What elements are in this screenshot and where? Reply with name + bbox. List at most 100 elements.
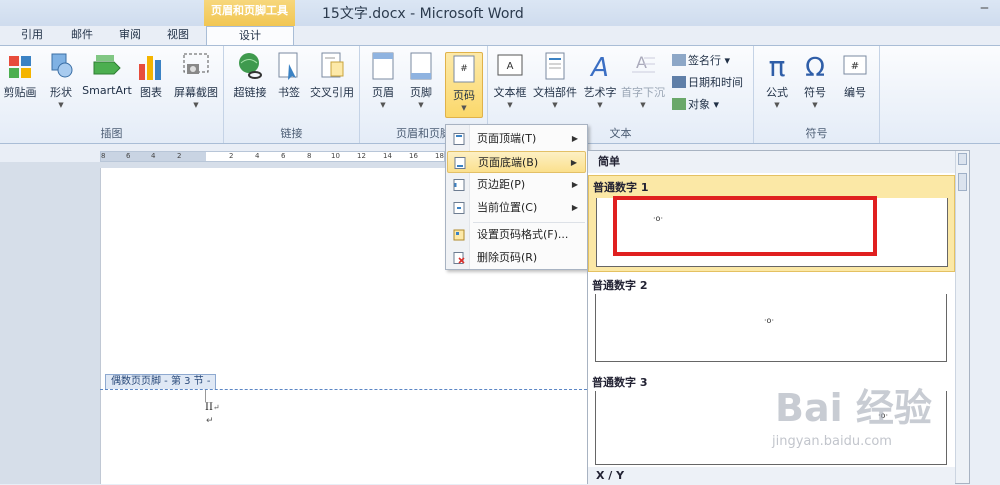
tab-view[interactable]: 视图 [160, 26, 196, 46]
context-tab-title: 页眉和页脚工具 [204, 0, 295, 26]
document-parts-button[interactable]: 文档部件 ▼ [532, 50, 578, 109]
tab-mailings[interactable]: 邮件 [64, 26, 100, 46]
title-bar: 页眉和页脚工具 15文字.docx - Microsoft Word ‒ [0, 0, 1000, 26]
chevron-down-icon: ▼ [640, 101, 646, 109]
chevron-right-icon: ▶ [571, 203, 578, 212]
page-number-placeholder: ·o· [764, 316, 774, 325]
chevron-down-icon: ▼ [552, 101, 558, 109]
number-icon: # [843, 55, 867, 75]
gallery-section-header: X / Y [588, 467, 955, 485]
chevron-right-icon: ▶ [571, 134, 578, 143]
page-top-icon [453, 133, 465, 145]
footer-button[interactable]: 页脚 ▼ [406, 50, 436, 109]
chevron-down-icon: ▼ [58, 101, 64, 109]
minimize-button[interactable]: ‒ [980, 0, 989, 16]
chevron-down-icon: ▼ [380, 101, 386, 109]
page-number-menu: 页面顶端(T) ▶ 页面底端(B) ▶ 页边距(P) ▶ 当前位置(C) ▶ 设… [445, 124, 588, 270]
textbox-button[interactable]: A 文本框 ▼ [492, 50, 528, 109]
calendar-icon [672, 76, 686, 88]
clipart-icon [9, 56, 31, 78]
page-number-field[interactable]: II↵ [205, 402, 220, 413]
smartart-icon [93, 55, 121, 75]
group-label: 符号 [805, 127, 828, 140]
gallery-item-label: 普通数字 1 [593, 181, 649, 194]
svg-text:A: A [507, 61, 514, 72]
group-illustrations: 剪贴画 形状 ▼ SmartArt 图表 屏幕截图 ▼ 插图 [0, 46, 224, 143]
chevron-right-icon: ▶ [571, 180, 578, 189]
header-button[interactable]: 页眉 ▼ [368, 50, 398, 109]
horizontal-ruler[interactable]: 8 6 4 2 2 4 6 8 10 12 14 16 18 [100, 151, 445, 162]
format-icon [453, 229, 465, 241]
page-number-icon: # [453, 55, 475, 83]
baidu-watermark: Bai 经验 jingyan.baidu.com [770, 372, 995, 467]
crossref-button[interactable]: 交叉引用 [308, 50, 356, 100]
svg-text:π: π [769, 50, 786, 82]
footer-boundary [100, 389, 587, 390]
watermark-url: jingyan.baidu.com [772, 434, 892, 449]
screenshot-button[interactable]: 屏幕截图 ▼ [170, 50, 222, 109]
group-label: 链接 [280, 127, 303, 140]
object-button[interactable]: 对象 ▾ [672, 96, 719, 112]
gallery-item-plain-number-2[interactable]: 普通数字 2 ·o· [588, 274, 955, 369]
signature-line-button[interactable]: 签名行 ▾ [672, 52, 730, 68]
menu-item-remove-page-numbers[interactable]: 删除页码(R) [447, 247, 586, 269]
text-cursor [205, 390, 206, 402]
chevron-down-icon: ▼ [812, 101, 818, 109]
chart-icon [139, 56, 161, 80]
drop-cap-button[interactable]: A 首字下沉 ▼ [620, 50, 666, 109]
svg-text:#: # [851, 61, 859, 72]
gallery-section-header: 简单 [588, 151, 955, 173]
window-title: 15文字.docx - Microsoft Word [322, 6, 524, 22]
date-time-button[interactable]: 日期和时间 [672, 74, 743, 90]
equation-button[interactable]: π 公式 ▼ [760, 50, 794, 109]
delete-icon [453, 252, 465, 264]
page-bottom-icon [454, 157, 466, 169]
footer-section-tag: 偶数页页脚 - 第 3 节 - [105, 374, 217, 389]
chevron-down-icon: ▼ [193, 101, 199, 109]
tab-design[interactable]: 设计 [206, 26, 294, 46]
menu-item-current-position[interactable]: 当前位置(C) ▶ [447, 197, 586, 219]
drop-cap-icon: A [632, 53, 655, 73]
omega-icon: Ω [805, 53, 825, 82]
highlight-box [613, 196, 877, 256]
chevron-down-icon: ▼ [461, 104, 467, 112]
header-icon [372, 52, 394, 80]
textbox-icon: A [497, 54, 523, 76]
group-links: 超链接 书签 交叉引用 链接 [224, 46, 360, 143]
chevron-down-icon: ▼ [418, 101, 424, 109]
wordart-icon: A [589, 53, 609, 82]
pi-icon: π [769, 50, 786, 82]
menu-separator [473, 222, 585, 223]
gallery-item-label: 普通数字 2 [592, 279, 648, 292]
chevron-right-icon: ▶ [570, 158, 577, 167]
svg-text:#: # [460, 64, 468, 74]
page-margin-icon [453, 179, 465, 191]
menu-item-format-page-numbers[interactable]: 设置页码格式(F)... [447, 224, 586, 246]
wordart-button[interactable]: A 艺术字 ▼ [582, 50, 618, 109]
menu-item-top-of-page[interactable]: 页面顶端(T) ▶ [447, 128, 586, 150]
gallery-preview: ·o· [595, 294, 947, 362]
tab-references[interactable]: 引用 [14, 26, 50, 46]
gallery-item-label: 普通数字 3 [592, 376, 648, 389]
svg-text:Ω: Ω [805, 53, 825, 82]
page-number-button[interactable]: # 页码 ▼ [445, 52, 483, 118]
scroll-thumb[interactable] [958, 173, 967, 191]
smartart-button[interactable]: SmartArt [82, 50, 132, 97]
current-position-icon [453, 202, 465, 214]
menu-item-bottom-of-page[interactable]: 页面底端(B) ▶ [447, 151, 586, 173]
chart-button[interactable]: 图表 [136, 50, 166, 100]
document-parts-icon [545, 52, 565, 80]
signature-icon [672, 54, 686, 66]
tab-review[interactable]: 审阅 [112, 26, 148, 46]
group-symbols: π 公式 ▼ Ω 符号 ▼ # 编号 符号 [754, 46, 880, 143]
number-button[interactable]: # 编号 [838, 50, 872, 100]
watermark-logo: Bai 经验 [775, 386, 932, 430]
chevron-down-icon: ▼ [507, 101, 513, 109]
scroll-up-button[interactable] [958, 153, 967, 165]
menu-item-page-margins[interactable]: 页边距(P) ▶ [447, 174, 586, 196]
clipart-button[interactable]: 剪贴画 [2, 50, 38, 100]
hyperlink-button[interactable]: 超链接 [230, 50, 270, 100]
shapes-button[interactable]: 形状 ▼ [44, 50, 78, 109]
bookmark-button[interactable]: 书签 [274, 50, 304, 100]
symbol-button[interactable]: Ω 符号 ▼ [798, 50, 832, 109]
